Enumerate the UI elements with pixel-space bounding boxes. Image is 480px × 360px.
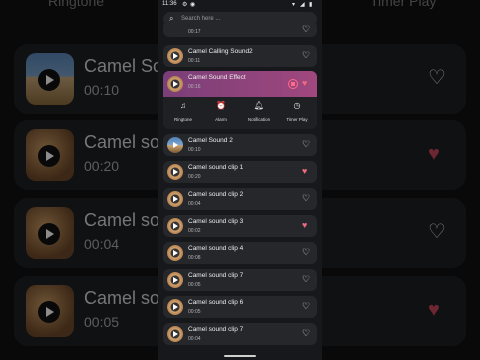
timer-play-action[interactable]: ◷ Timer Play [279, 101, 315, 122]
home-indicator[interactable] [224, 355, 256, 357]
item-duration: 00:17 [188, 29, 201, 35]
notification-action[interactable]: 🔔︎ Notification [241, 101, 277, 122]
wifi-icon: ▾ [292, 2, 296, 8]
play-icon[interactable] [167, 191, 183, 207]
play-icon[interactable] [167, 48, 183, 64]
alarm-icon: ⏰ [216, 101, 226, 110]
play-icon[interactable] [167, 137, 183, 153]
heart-outline-icon[interactable]: ♡ [302, 275, 310, 284]
list-item[interactable]: Camel sound clip 7 00:05 ♡ [163, 269, 317, 291]
heart-outline-icon[interactable]: ♡ [302, 329, 310, 338]
timer-play-label: Timer Play [286, 117, 308, 122]
list-item[interactable]: Camel Calling Sound2 00:11 ♡ [163, 45, 317, 67]
stop-icon[interactable] [288, 79, 298, 89]
heart-outline-icon[interactable]: ♡ [302, 25, 310, 34]
status-bar: 11:36 ⚙ ◉ ▾ ◢ ▮ [158, 0, 322, 10]
play-icon[interactable] [167, 245, 183, 261]
play-icon[interactable] [167, 76, 183, 92]
item-duration: 00:05 [188, 309, 201, 315]
list-item[interactable]: 00:17 ♡ [163, 21, 317, 37]
ringtone-action[interactable]: ♫ Ringtone [165, 101, 201, 122]
play-icon[interactable] [167, 164, 183, 180]
list-item[interactable]: Camel sound clip 4 00:08 ♡ [163, 242, 317, 264]
play-icon[interactable] [167, 218, 183, 234]
heart-filled-icon[interactable]: ♥ [302, 221, 307, 230]
list-item[interactable]: Camel sound clip 7 00:04 ♡ [163, 323, 317, 345]
item-duration: 00:04 [188, 201, 201, 207]
list-item[interactable]: Camel sound clip 6 00:05 ♡ [163, 296, 317, 318]
heart-outline-icon[interactable]: ♡ [302, 194, 310, 203]
item-title: Camel Calling Sound2 [188, 48, 253, 55]
heart-outline-icon[interactable]: ♡ [302, 248, 310, 257]
gesture-nav-bar [158, 352, 322, 360]
battery-icon: ▮ [309, 2, 313, 8]
list-item[interactable]: Camel Sound 2 00:10 ♡ [163, 134, 317, 156]
heart-outline-icon[interactable]: ♡ [302, 51, 310, 60]
settings-icon: ⚙ [182, 2, 188, 8]
ringtone-icon: ♫ [180, 101, 186, 110]
list-item[interactable]: Camel sound clip 1 00:20 ♥ [163, 161, 317, 183]
heart-outline-icon[interactable]: ♡ [302, 302, 310, 311]
heart-filled-icon[interactable]: ♥ [302, 167, 307, 176]
notification-icon: ◉ [190, 2, 196, 8]
status-time: 11:36 [162, 1, 177, 7]
list-item[interactable]: Camel sound clip 2 00:04 ♡ [163, 188, 317, 210]
item-title: Camel sound clip 7 [188, 272, 244, 279]
item-title: Camel sound clip 4 [188, 245, 244, 252]
timer-icon: ◷ [293, 101, 301, 110]
play-icon[interactable] [167, 299, 183, 315]
list-item[interactable]: Camel sound clip 3 00:02 ♥ [163, 215, 317, 237]
item-title: Camel sound clip 7 [188, 326, 244, 333]
item-duration: 00:04 [188, 336, 201, 342]
alarm-action[interactable]: ⏰ Alarm [203, 101, 239, 122]
item-duration: 00:16 [188, 84, 201, 90]
heart-outline-icon[interactable]: ♡ [302, 140, 310, 149]
bell-icon: 🔔︎ [253, 101, 265, 110]
signal-icon: ◢ [300, 2, 305, 8]
item-duration: 00:20 [188, 174, 201, 180]
play-icon[interactable] [167, 326, 183, 342]
heart-filled-icon[interactable]: ♥ [302, 79, 307, 88]
item-duration: 00:08 [188, 255, 201, 261]
item-duration: 00:11 [188, 58, 201, 64]
action-panel: ♫ Ringtone ⏰ Alarm 🔔︎ Notification ◷ Tim… [163, 97, 317, 129]
play-icon[interactable] [167, 272, 183, 288]
notification-label: Notification [247, 117, 271, 122]
item-title: Camel sound clip 1 [188, 164, 244, 171]
item-title: Camel sound clip 3 [188, 218, 244, 225]
ringtone-label: Ringtone [173, 117, 192, 122]
item-title: Camel sound clip 6 [188, 299, 244, 306]
item-duration: 00:10 [188, 147, 201, 153]
item-title: Camel Sound Effect [188, 74, 246, 81]
item-title: Camel sound clip 2 [188, 191, 244, 198]
item-title: Camel Sound 2 [188, 137, 233, 144]
item-duration: 00:05 [188, 282, 201, 288]
list-item-playing[interactable]: Camel Sound Effect 00:16 ♥ [163, 71, 317, 97]
item-duration: 00:02 [188, 228, 201, 234]
alarm-label: Alarm [215, 117, 227, 122]
phone-screen: 11:36 ⚙ ◉ ▾ ◢ ▮ ⌕ Search here ... 00:17 … [158, 0, 322, 360]
